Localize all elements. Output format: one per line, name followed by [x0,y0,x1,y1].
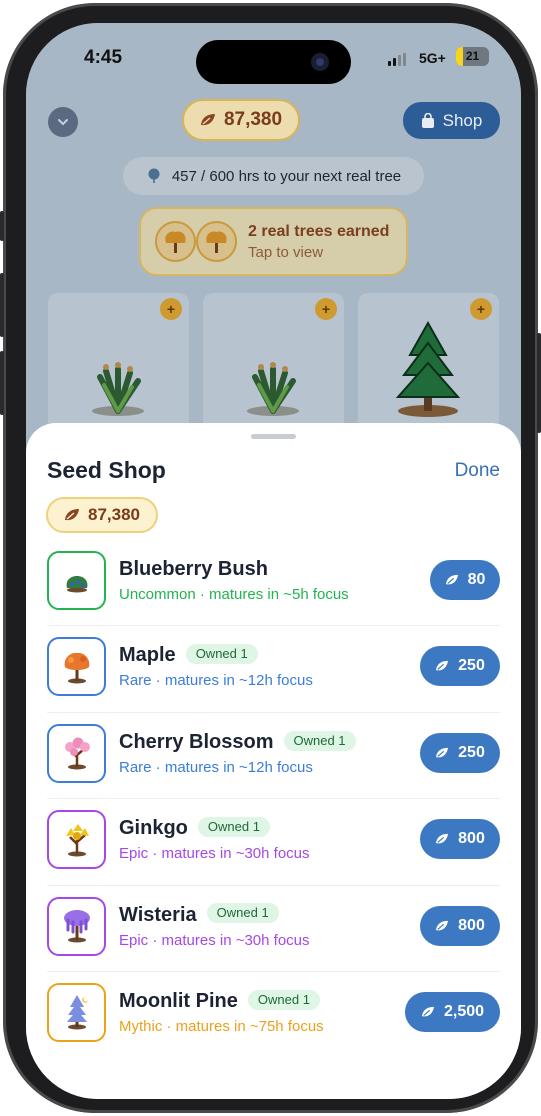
real-tree-badge-icon [196,221,237,262]
seed-row[interactable]: Wisteria Owned 1 Epic · matures in ~30h fo… [47,886,500,972]
owned-badge: Owned 1 [247,989,320,1010]
shop-button[interactable]: Shop [403,102,500,139]
garden-plant-card[interactable]: + [358,293,499,443]
blueberry-bush-icon [47,551,106,610]
moonlit-pine-icon [47,982,106,1042]
seed-shop-sheet: Seed Shop Done 87,380 Blueberry Bush Unco… [26,423,521,1099]
seed-name: Cherry Blossom Owned 1 [119,730,356,754]
leaf-coin-icon [436,920,449,930]
buy-button[interactable]: 250 [420,646,500,687]
battery-icon: 21 [456,47,489,66]
real-trees-earned-subtitle: Tap to view [248,244,324,261]
price-label: 800 [458,830,485,848]
volume-down-button [0,351,4,415]
seed-name: Wisteria Owned 1 [119,903,279,927]
real-trees-earned-title: 2 real trees earned [248,223,390,240]
seed-name-label: Moonlit Pine [119,989,238,1012]
tree-progress-text: 457 / 600 hrs to your next real tree [171,167,402,185]
buy-button[interactable]: 80 [430,560,500,600]
owned-badge: Owned 1 [185,644,258,665]
seed-name-label: Ginkgo [119,817,188,840]
screen: 4:45 5G+ 21 87,380 Shop 457 / 600 hrs to… [26,23,521,1099]
seed-name: Ginkgo Owned 1 [119,816,270,840]
leaf-coin-icon [445,574,458,585]
seed-row[interactable]: Maple Owned 1 Rare · matures in ~12h focus… [47,626,500,713]
battery-level: 21 [465,49,480,63]
status-bar: 4:45 5G+ 21 [26,23,521,93]
seed-name-label: Blueberry Bush [119,558,268,580]
seed-subtitle: Uncommon · matures in ~5h focus [119,586,349,603]
top-bar: 87,380 Shop [26,99,521,143]
leaf-coin-icon [436,747,449,758]
chevron-down-icon [58,119,68,126]
network-label: 5G+ [419,50,446,66]
seed-name: Maple Owned 1 [119,644,258,667]
power-button [537,333,541,433]
buy-button[interactable]: 800 [420,819,500,860]
maple-tree-icon [47,637,106,697]
cherry-blossom-icon [47,723,106,783]
owned-badge: Owned 1 [197,816,270,837]
seed-row[interactable]: Ginkgo Owned 1 Epic · matures in ~30h focu… [47,799,500,886]
dynamic-island [196,40,351,84]
add-icon[interactable]: + [315,298,337,320]
buy-button[interactable]: 2,500 [405,991,500,1032]
seed-name-label: Cherry Blossom [119,730,274,753]
ginkgo-tree-icon [47,810,106,870]
real-tree-badge-icon [155,221,196,262]
seed-name-label: Maple [119,644,176,667]
add-icon[interactable]: + [470,298,492,320]
seed-subtitle: Rare · matures in ~12h focus [119,672,313,690]
owned-badge: Owned 1 [283,730,356,751]
seed-name: Blueberry Bush [119,558,268,581]
seed-list: Blueberry Bush Uncommon · matures in ~5h … [26,540,521,1058]
price-label: 250 [458,657,485,675]
buy-button[interactable]: 800 [420,905,500,946]
sheet-grabber[interactable] [251,434,296,439]
coin-balance: 87,380 [223,109,283,130]
seed-name-label: Wisteria [119,903,197,926]
shopping-bag-icon [421,112,434,128]
coin-balance-pill: 87,380 [182,99,300,141]
camera-icon [311,53,329,71]
leaf-coin-icon [436,661,449,671]
volume-up-button [0,273,4,337]
seed-subtitle: Rare · matures in ~12h focus [119,758,313,776]
buy-button[interactable]: 250 [420,732,500,773]
seed-subtitle: Epic · matures in ~30h focus [119,845,310,863]
tree-icon [148,168,160,183]
leaf-coin-icon [200,114,215,126]
seed-row[interactable]: Cherry Blossom Owned 1 Rare · matures in ~… [47,713,500,800]
shop-label: Shop [442,110,483,130]
seed-subtitle: Epic · matures in ~30h focus [119,931,310,949]
collapse-button[interactable] [48,107,78,137]
real-trees-earned-card[interactable]: 2 real trees earned Tap to view [139,207,408,276]
action-button [0,211,4,241]
leaf-coin-icon [436,834,449,844]
wisteria-tree-icon [47,896,106,956]
add-icon[interactable]: + [160,298,182,320]
phone-frame: 4:45 5G+ 21 87,380 Shop 457 / 600 hrs to… [0,3,541,1113]
sheet-title: Seed Shop [47,457,166,483]
seed-subtitle: Mythic · matures in ~75h focus [119,1017,324,1035]
garden-plant-card[interactable]: + [203,293,344,443]
status-time: 4:45 [84,47,123,68]
signal-icon [388,53,406,66]
done-button[interactable]: Done [455,460,500,482]
price-label: 250 [458,743,485,761]
price-label: 80 [467,571,486,588]
sheet-balance: 87,380 [88,505,140,524]
tree-progress-pill: 457 / 600 hrs to your next real tree [123,157,424,195]
seed-row[interactable]: Moonlit Pine Owned 1 Mythic · matures in ~… [47,972,500,1058]
seed-row[interactable]: Blueberry Bush Uncommon · matures in ~5h … [47,540,500,627]
garden-plant-card[interactable]: + [48,293,189,443]
leaf-coin-icon [65,509,79,521]
leaf-coin-icon [421,1006,434,1017]
price-label: 800 [458,916,485,934]
seed-name: Moonlit Pine Owned 1 [119,989,320,1013]
owned-badge: Owned 1 [206,903,279,924]
sheet-balance-pill: 87,380 [46,497,158,533]
price-label: 2,500 [443,1002,485,1020]
